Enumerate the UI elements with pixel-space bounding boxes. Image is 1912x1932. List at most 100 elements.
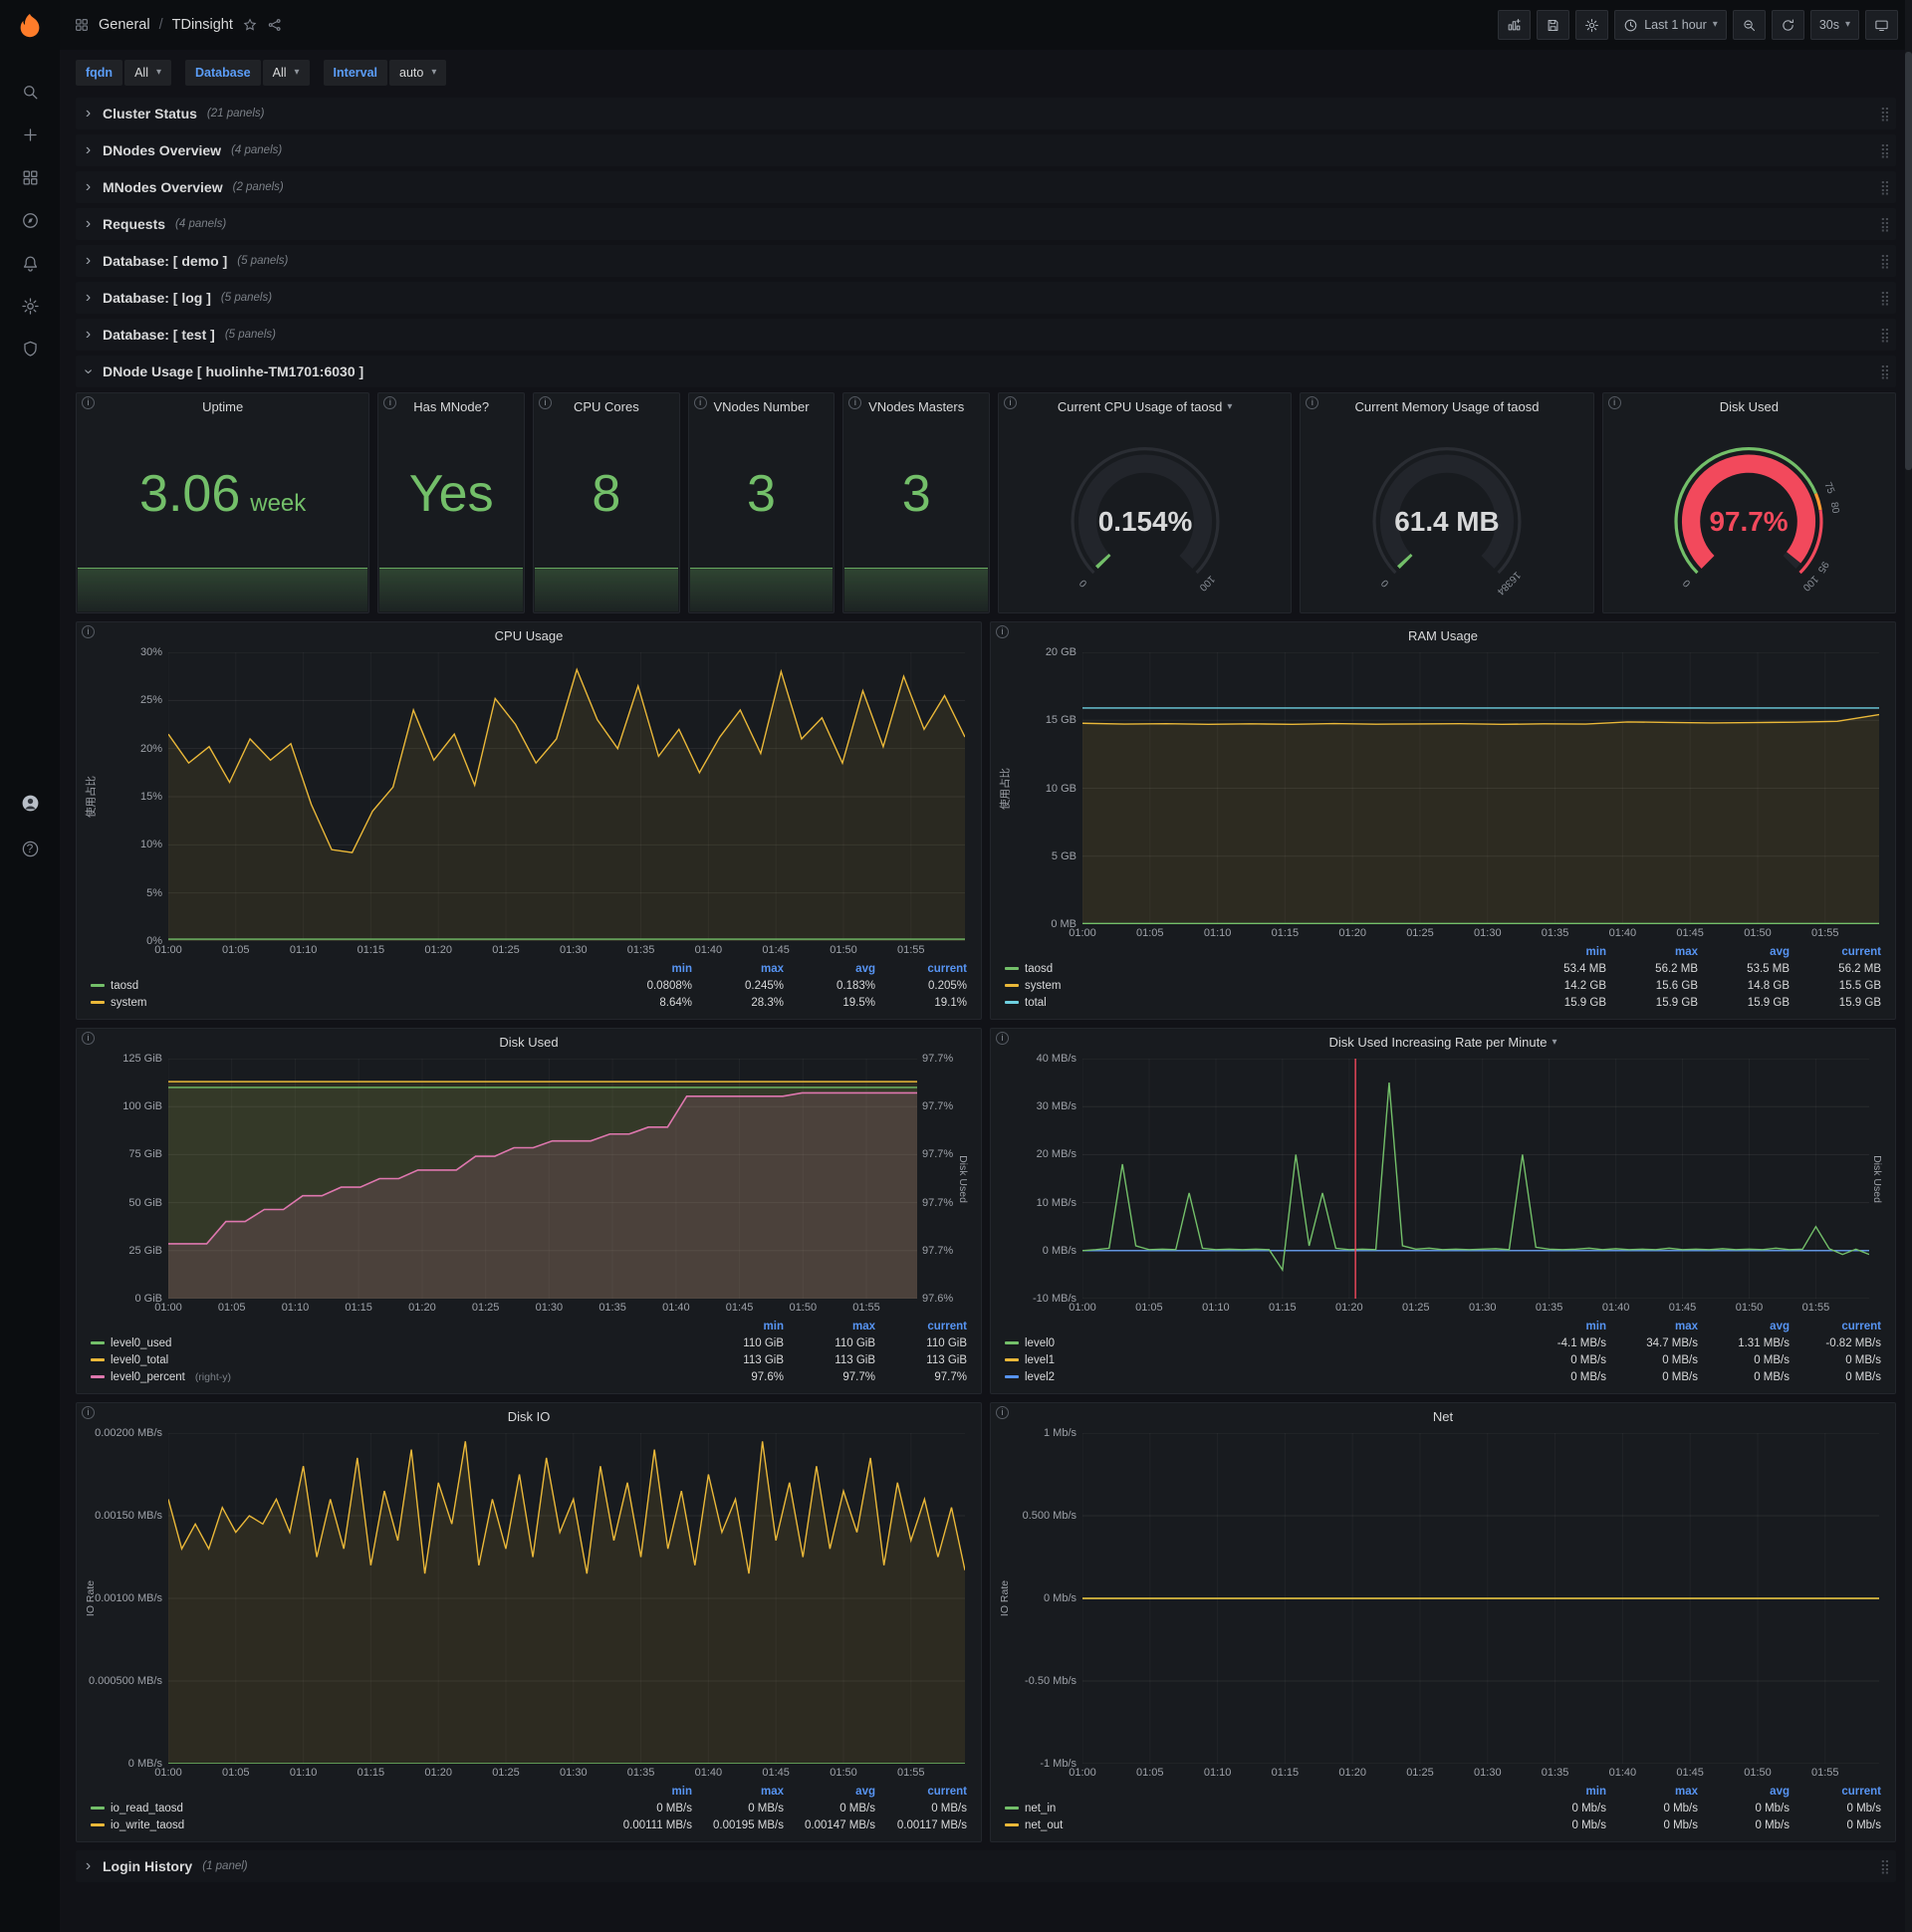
sidebar-item-configuration[interactable] <box>8 290 52 322</box>
panel-info-icon[interactable]: i <box>693 396 707 409</box>
row-database-log[interactable]: › Database: [ log ] (5 panels) ⣿ <box>76 282 1896 314</box>
breadcrumb-folder[interactable]: General <box>99 17 150 33</box>
legend-series-name[interactable]: io_write_taosd <box>111 1819 184 1831</box>
row-dnode-usage[interactable]: › DNode Usage [ huolinhe-TM1701:6030 ] ⣿ <box>76 356 1896 387</box>
sidebar-item-server-admin[interactable] <box>8 333 52 364</box>
legend-col-min[interactable]: min <box>1515 1786 1606 1798</box>
legend-col-avg[interactable]: avg <box>1698 946 1790 958</box>
legend-col-current[interactable]: current <box>1790 1786 1881 1798</box>
legend-series-name[interactable]: level2 <box>1025 1371 1055 1383</box>
panel-info-icon[interactable]: i <box>996 1406 1009 1419</box>
variable-value-dropdown[interactable]: All ▾ <box>124 60 172 86</box>
variable-label[interactable]: Database <box>185 60 261 86</box>
row-drag-handle-icon[interactable]: ⣿ <box>1880 327 1890 344</box>
legend-col-min[interactable]: min <box>692 1321 784 1332</box>
variable-value-dropdown[interactable]: All ▾ <box>262 60 310 86</box>
legend-col-avg[interactable]: avg <box>784 1786 875 1798</box>
row-drag-handle-icon[interactable]: ⣿ <box>1880 253 1890 270</box>
sidebar-item-search[interactable] <box>8 76 52 108</box>
legend-series-name[interactable]: level0_total <box>111 1354 168 1366</box>
panel-title[interactable]: Net ▾ <box>991 1403 1895 1429</box>
legend-col-min[interactable]: min <box>1515 1321 1606 1332</box>
grafana-logo[interactable] <box>0 0 60 52</box>
legend-series-name[interactable]: level0 <box>1025 1337 1055 1349</box>
sidebar-item-alerting[interactable] <box>8 247 52 279</box>
plot-area[interactable] <box>168 652 965 941</box>
panel-info-icon[interactable]: i <box>82 1032 95 1045</box>
legend-col-current[interactable]: current <box>875 963 967 975</box>
panel-title[interactable]: Disk Used ▾ <box>1603 393 1895 419</box>
legend-col-avg[interactable]: avg <box>1698 1321 1790 1332</box>
help-button[interactable]: ? <box>8 833 52 864</box>
legend-col-max[interactable]: max <box>784 1321 875 1332</box>
legend-series-name[interactable]: taosd <box>1025 963 1053 975</box>
legend-series-name[interactable]: total <box>1025 997 1047 1009</box>
plot-area[interactable] <box>1082 1059 1869 1299</box>
scrollbar-thumb[interactable] <box>1905 52 1912 470</box>
panel-title[interactable]: Current CPU Usage of taosd ▾ <box>999 393 1291 419</box>
time-range-picker[interactable]: Last 1 hour ▾ <box>1614 10 1727 40</box>
cycle-view-button[interactable] <box>1865 10 1898 40</box>
panel-title[interactable]: Has MNode? <box>378 393 524 419</box>
row-cluster-status[interactable]: › Cluster Status (21 panels) ⣿ <box>76 98 1896 129</box>
row-database-demo[interactable]: › Database: [ demo ] (5 panels) ⣿ <box>76 245 1896 277</box>
row-mnodes-overview[interactable]: › MNodes Overview (2 panels) ⣿ <box>76 171 1896 203</box>
variable-label[interactable]: fqdn <box>76 60 123 86</box>
share-icon[interactable] <box>267 17 283 33</box>
row-database-test[interactable]: › Database: [ test ] (5 panels) ⣿ <box>76 319 1896 351</box>
legend-col-max[interactable]: max <box>692 963 784 975</box>
legend-col-max[interactable]: max <box>1606 1321 1698 1332</box>
legend-series-name[interactable]: net_out <box>1025 1819 1063 1831</box>
legend-col-max[interactable]: max <box>1606 1786 1698 1798</box>
legend-series-name[interactable]: level1 <box>1025 1354 1055 1366</box>
legend-series-name[interactable]: system <box>1025 980 1061 992</box>
legend-col-current[interactable]: current <box>1790 946 1881 958</box>
row-requests[interactable]: › Requests (4 panels) ⣿ <box>76 208 1896 240</box>
plot-area[interactable] <box>168 1059 917 1299</box>
legend-col-max[interactable]: max <box>692 1786 784 1798</box>
panel-title[interactable]: VNodes Masters <box>843 393 989 419</box>
dashboard-settings-button[interactable] <box>1575 10 1609 40</box>
panel-info-icon[interactable]: i <box>1004 396 1017 409</box>
legend-col-min[interactable]: min <box>600 1786 692 1798</box>
variable-label[interactable]: Interval <box>323 60 388 86</box>
panel-title[interactable]: Disk Used ▾ <box>77 1029 981 1055</box>
panel-info-icon[interactable]: i <box>996 1032 1009 1045</box>
legend-col-min[interactable]: min <box>1515 946 1606 958</box>
panel-title[interactable]: RAM Usage ▾ <box>991 622 1895 648</box>
breadcrumb-dashboard-title[interactable]: TDinsight <box>172 17 233 33</box>
row-drag-handle-icon[interactable]: ⣿ <box>1880 179 1890 196</box>
scrollbar[interactable] <box>1905 0 1912 1932</box>
row-dnodes-overview[interactable]: › DNodes Overview (4 panels) ⣿ <box>76 134 1896 166</box>
row-drag-handle-icon[interactable]: ⣿ <box>1880 216 1890 233</box>
legend-series-name[interactable]: level0_percent <box>111 1371 185 1383</box>
add-panel-button[interactable] <box>1498 10 1532 40</box>
plot-area[interactable] <box>1082 1433 1879 1764</box>
refresh-button[interactable] <box>1771 10 1804 40</box>
plot-area[interactable] <box>1082 652 1879 924</box>
row-drag-handle-icon[interactable]: ⣿ <box>1880 106 1890 122</box>
star-icon[interactable] <box>242 17 258 33</box>
legend-series-name[interactable]: io_read_taosd <box>111 1803 183 1814</box>
row-drag-handle-icon[interactable]: ⣿ <box>1880 142 1890 159</box>
save-dashboard-button[interactable] <box>1537 10 1570 40</box>
sidebar-item-create[interactable] <box>8 119 52 150</box>
panel-title[interactable]: Current Memory Usage of taosd ▾ <box>1301 393 1592 419</box>
legend-series-name[interactable]: system <box>111 997 146 1009</box>
panel-info-icon[interactable]: i <box>539 396 552 409</box>
legend-col-max[interactable]: max <box>1606 946 1698 958</box>
panel-title[interactable]: VNodes Number <box>689 393 835 419</box>
sidebar-item-explore[interactable] <box>8 204 52 236</box>
zoom-out-button[interactable] <box>1732 10 1766 40</box>
refresh-interval-dropdown[interactable]: 30s ▾ <box>1809 10 1859 40</box>
panel-info-icon[interactable]: i <box>996 625 1009 638</box>
legend-col-current[interactable]: current <box>875 1321 967 1332</box>
row-drag-handle-icon[interactable]: ⣿ <box>1880 290 1890 307</box>
legend-series-name[interactable]: taosd <box>111 980 138 992</box>
legend-col-current[interactable]: current <box>875 1786 967 1798</box>
panel-title[interactable]: Disk IO ▾ <box>77 1403 981 1429</box>
row-drag-handle-icon[interactable]: ⣿ <box>1880 1858 1890 1875</box>
legend-col-avg[interactable]: avg <box>1698 1786 1790 1798</box>
legend-col-current[interactable]: current <box>1790 1321 1881 1332</box>
panel-info-icon[interactable]: i <box>82 1406 95 1419</box>
